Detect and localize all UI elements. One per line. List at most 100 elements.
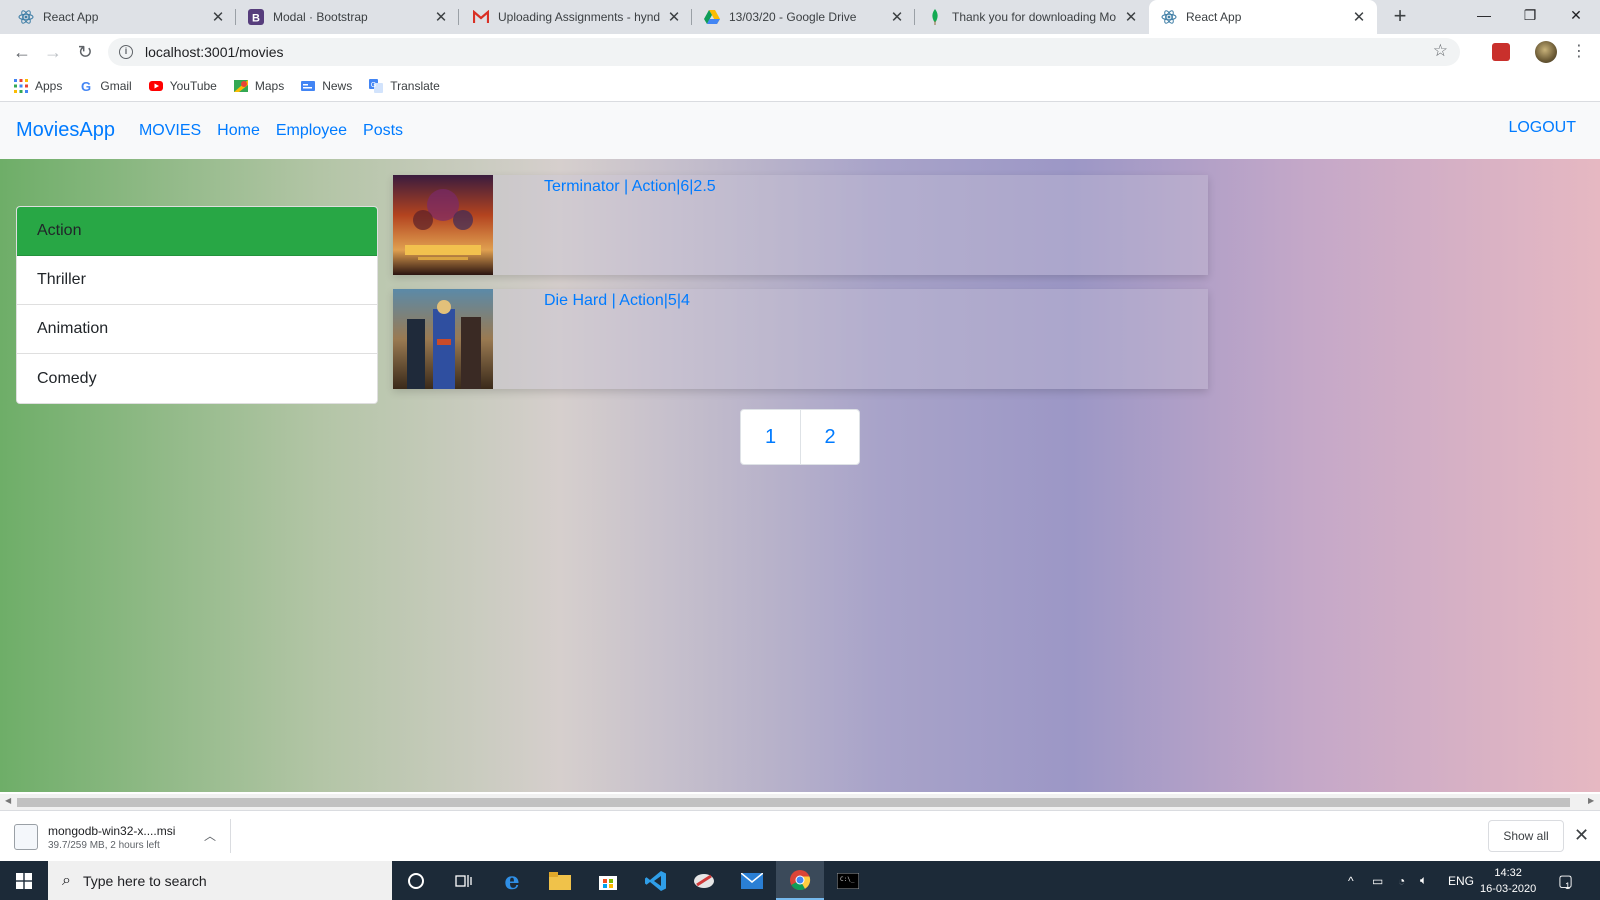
taskbar-search-placeholder: Type here to search [82,872,207,889]
battery-icon[interactable]: ▭ [1372,861,1383,900]
clock-date: 16-03-2020 [1480,883,1537,895]
nav-link-posts[interactable]: Posts [363,122,403,140]
notification-count: 1 [1565,880,1571,891]
notifications-button[interactable]: ▢ 1 [1558,861,1573,900]
bookmark-apps[interactable]: Apps [14,78,63,93]
bookmark-youtube[interactable]: YouTube [148,79,217,93]
close-icon[interactable]: ✕ [889,8,905,26]
close-icon[interactable]: ✕ [666,8,682,26]
bookmark-news[interactable]: News [301,79,352,93]
tab-gmail[interactable]: Uploading Assignments - hynd ✕ [459,0,692,34]
back-arrow-icon[interactable]: ← [10,40,34,64]
site-info-icon[interactable]: i [119,45,133,59]
chevron-up-icon[interactable]: ︿ [204,827,216,844]
youtube-icon [148,79,163,93]
bookmark-maps[interactable]: Maps [233,78,285,93]
profile-avatar[interactable] [1535,41,1557,63]
bookmark-label: Apps [35,78,63,93]
terminal-icon[interactable]: C:\_ [824,861,872,900]
svg-text:G: G [81,79,91,93]
taskbar-clock[interactable]: 14:32 16-03-2020 [1480,865,1536,897]
svg-text:B: B [252,13,260,25]
close-icon[interactable]: ✕ [1574,825,1589,846]
volume-icon[interactable]: 🔈︎ [1420,861,1427,900]
tab-react-app-active[interactable]: React App ✕ [1149,0,1377,34]
nav-link-employee[interactable]: Employee [276,122,347,140]
movie-poster [393,289,493,389]
show-all-button[interactable]: Show all [1488,820,1564,852]
movie-title-link[interactable]: Terminator | Action|6|2.5 [544,178,716,196]
menu-dots-icon[interactable]: ⋮ [1567,40,1591,64]
url-text[interactable]: localhost:3001/movies [145,44,284,60]
page-link-2[interactable]: 2 [800,410,859,464]
tab-google-drive[interactable]: 13/03/20 - Google Drive ✕ [692,0,915,34]
wifi-icon[interactable]: ◔ [1398,861,1405,900]
extension-icon[interactable] [1492,43,1510,61]
window-close-icon[interactable]: ✕ [1553,0,1599,34]
tab-title: Modal · Bootstrap [273,10,368,24]
language-indicator[interactable]: ENG [1448,861,1474,900]
page-viewport: MoviesApp MOVIES Home Employee Posts LOG… [0,102,1600,792]
genre-item-comedy[interactable]: Comedy [17,354,377,403]
chrome-icon[interactable] [776,861,824,900]
new-tab-button[interactable]: + [1386,0,1414,34]
close-icon[interactable]: ✕ [1351,8,1367,26]
bookmark-gmail[interactable]: G Gmail [79,78,132,94]
bookmark-label: Gmail [100,78,132,93]
mail-icon[interactable] [728,861,776,900]
google-icon: G [79,79,93,94]
genre-item-action[interactable]: Action [17,207,377,256]
taskbar-search-box[interactable]: ⌕ Type here to search [48,861,392,900]
bookmark-label: News [322,78,353,93]
address-bar[interactable]: i localhost:3001/movies ☆ [108,38,1460,66]
windows-start-icon[interactable] [0,861,48,900]
bookmark-translate[interactable]: G Translate [369,78,440,93]
genre-list: Action Thriller Animation Comedy [16,206,378,404]
scrollbar-thumb[interactable] [17,798,1570,807]
logout-link[interactable]: LOGOUT [1508,119,1576,137]
tab-react-app-1[interactable]: React App ✕ [0,0,236,34]
bookmark-label: Maps [254,78,285,93]
horizontal-scrollbar[interactable]: ◀ ▶ [0,794,1600,810]
tab-title: 13/03/20 - Google Drive [729,10,857,24]
react-icon [1161,9,1177,25]
app-brand[interactable]: MoviesApp [16,119,115,142]
installer-file-icon [14,824,38,850]
tab-mongodb-download[interactable]: Thank you for downloading Mo ✕ [915,0,1149,34]
snipping-tool-icon[interactable] [680,861,728,900]
cortana-icon[interactable] [392,861,440,900]
store-icon[interactable] [584,861,632,900]
close-icon[interactable]: ✕ [210,8,226,26]
movie-poster [393,175,493,275]
forward-arrow-icon[interactable]: → [41,40,65,64]
tab-title: Uploading Assignments - hynd [498,10,661,24]
react-icon [18,9,34,25]
reload-icon[interactable]: ↻ [73,40,97,64]
genre-item-animation[interactable]: Animation [17,305,377,354]
minimize-icon[interactable]: — [1461,0,1507,34]
scroll-right-arrow-icon[interactable]: ▶ [1588,796,1594,805]
edge-browser-icon[interactable]: e [488,861,536,900]
download-shelf: mongodb-win32-x....msi 39.7/259 MB, 2 ho… [0,810,1600,861]
movies-content: Action Thriller Animation Comedy Termina… [0,159,1600,792]
genre-item-thriller[interactable]: Thriller [17,256,377,305]
svg-text:C:\_: C:\_ [840,876,855,883]
nav-link-home[interactable]: Home [217,122,260,140]
tray-chevron-up-icon[interactable]: ^ [1348,861,1354,900]
task-view-icon[interactable] [440,861,488,900]
close-icon[interactable]: ✕ [1123,8,1139,26]
download-item[interactable]: mongodb-win32-x....msi 39.7/259 MB, 2 ho… [14,817,230,857]
page-link-1[interactable]: 1 [741,410,800,464]
nav-link-movies[interactable]: MOVIES [139,122,201,140]
vscode-icon[interactable] [632,861,680,900]
movie-title-link[interactable]: Die Hard | Action|5|4 [544,292,690,310]
restore-icon[interactable]: ❐ [1507,0,1553,34]
tab-bootstrap-modal[interactable]: B Modal · Bootstrap ✕ [236,0,459,34]
bookmarks-bar: Apps G Gmail YouTube Maps News G Transla… [0,70,1600,102]
file-explorer-icon[interactable] [536,861,584,900]
bookmark-label: Translate [390,78,440,93]
scroll-left-arrow-icon[interactable]: ◀ [5,796,11,805]
maps-icon [233,79,248,93]
close-icon[interactable]: ✕ [433,8,449,26]
bookmark-star-icon[interactable]: ☆ [1433,41,1448,61]
